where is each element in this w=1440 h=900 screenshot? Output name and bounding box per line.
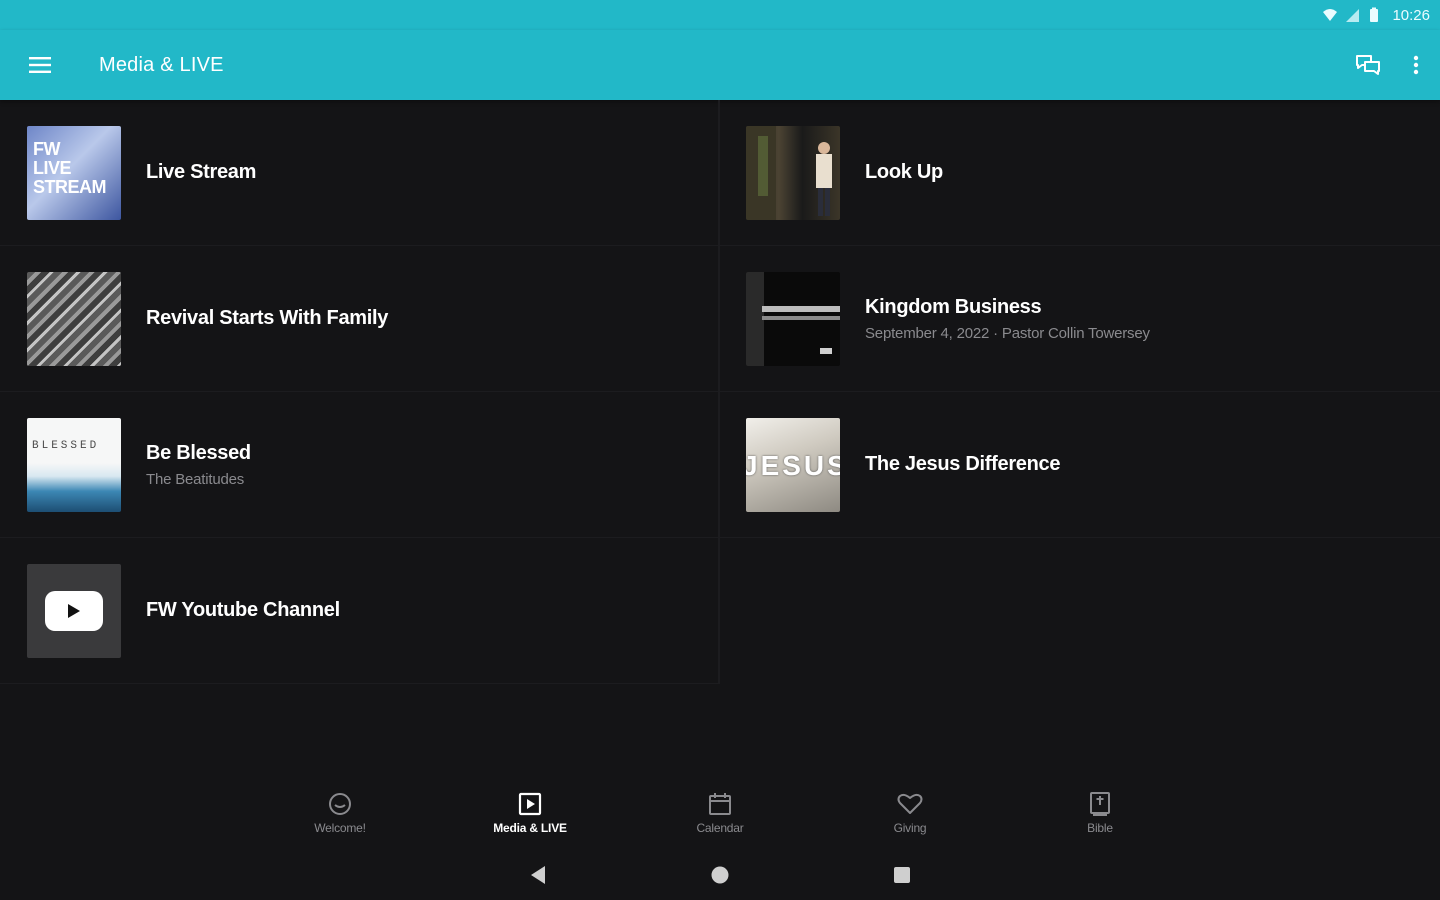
more-options-button[interactable] — [1392, 30, 1440, 100]
media-grid: FW LIVE STREAM Live Stream Look Up Reviv… — [0, 100, 1440, 684]
look-up-thumbnail — [746, 125, 840, 220]
hamburger-menu-icon — [29, 57, 51, 73]
chat-button[interactable] — [1344, 30, 1392, 100]
thumb-text-line: STREAM — [33, 176, 107, 197]
battery-icon — [1370, 7, 1379, 22]
speaker-figure-icon — [746, 125, 832, 220]
recents-button[interactable] — [811, 850, 993, 900]
media-item-title: Revival Starts With Family — [146, 307, 389, 329]
heart-icon — [897, 793, 923, 814]
chat-icon — [1356, 55, 1380, 75]
youtube-thumbnail — [27, 563, 121, 658]
jesus-difference-thumbnail: JESUS — [746, 417, 840, 512]
play-icon — [68, 603, 80, 618]
nav-item-calendar[interactable]: Calendar — [625, 780, 815, 842]
bottom-navigation: Welcome! Media & LIVE Calendar Giving Bi… — [0, 780, 1440, 842]
nav-label: Calendar — [696, 821, 744, 835]
media-item-look-up[interactable]: Look Up — [720, 100, 1440, 246]
media-item-live-stream[interactable]: FW LIVE STREAM Live Stream — [0, 100, 720, 246]
nav-label: Media & LIVE — [493, 821, 567, 835]
media-item-title: Kingdom Business — [865, 295, 1042, 318]
home-button[interactable] — [629, 850, 811, 900]
calendar-icon — [709, 793, 731, 815]
media-item-title: Look Up — [865, 161, 943, 183]
media-item-title: Live Stream — [146, 161, 257, 183]
media-item-be-blessed[interactable]: BLESSED Be Blessed The Beatitudes — [0, 392, 720, 538]
thumb-text-line: BLESSED — [32, 439, 100, 452]
media-item-subtitle: The Beatitudes — [146, 470, 245, 488]
wifi-icon — [1323, 9, 1338, 21]
home-icon — [711, 866, 729, 884]
media-item-title: The Jesus Difference — [865, 453, 1061, 475]
back-icon — [531, 866, 545, 884]
revival-thumbnail — [27, 271, 121, 366]
nav-label: Giving — [893, 821, 927, 835]
system-navigation — [0, 850, 1440, 900]
kingdom-business-thumbnail — [746, 271, 840, 366]
media-item-youtube-channel[interactable]: FW Youtube Channel — [0, 538, 720, 684]
nav-item-bible[interactable]: Bible — [1005, 780, 1195, 842]
recents-icon — [894, 867, 910, 883]
kingdom-artwork-icon — [746, 271, 840, 366]
media-item-subtitle: September 4, 2022 · Pastor Collin Towers… — [865, 324, 1150, 342]
app-bar: Media & LIVE — [0, 30, 1440, 100]
bible-icon — [1090, 792, 1110, 816]
media-item-title: FW Youtube Channel — [146, 599, 340, 621]
thumb-text-line: JESUS — [746, 449, 840, 481]
thumb-text-line: LIVE — [33, 157, 72, 178]
cell-signal-icon — [1346, 9, 1360, 22]
media-item-title: Be Blessed — [146, 441, 251, 464]
nav-item-giving[interactable]: Giving — [815, 780, 1005, 842]
status-time: 10:26 — [1392, 6, 1430, 24]
nav-label: Welcome! — [314, 821, 366, 835]
back-button[interactable] — [447, 850, 629, 900]
menu-button[interactable] — [0, 30, 80, 100]
status-bar: 10:26 — [0, 0, 1440, 30]
be-blessed-thumbnail: BLESSED — [27, 417, 121, 512]
nav-item-welcome[interactable]: Welcome! — [245, 780, 435, 842]
nav-item-media-live[interactable]: Media & LIVE — [435, 780, 625, 842]
media-item-kingdom-business[interactable]: Kingdom Business September 4, 2022 · Pas… — [720, 246, 1440, 392]
smile-face-icon — [329, 793, 351, 815]
live-stream-thumbnail: FW LIVE STREAM — [27, 125, 121, 220]
nav-label: Bible — [1087, 821, 1113, 835]
play-box-icon — [518, 792, 542, 816]
page-title: Media & LIVE — [99, 53, 224, 76]
more-vert-icon — [1413, 55, 1419, 75]
media-item-jesus-difference[interactable]: JESUS The Jesus Difference — [720, 392, 1440, 538]
youtube-logo — [45, 590, 103, 631]
media-item-revival[interactable]: Revival Starts With Family — [0, 246, 720, 392]
thumb-text-line: FW — [33, 138, 60, 159]
